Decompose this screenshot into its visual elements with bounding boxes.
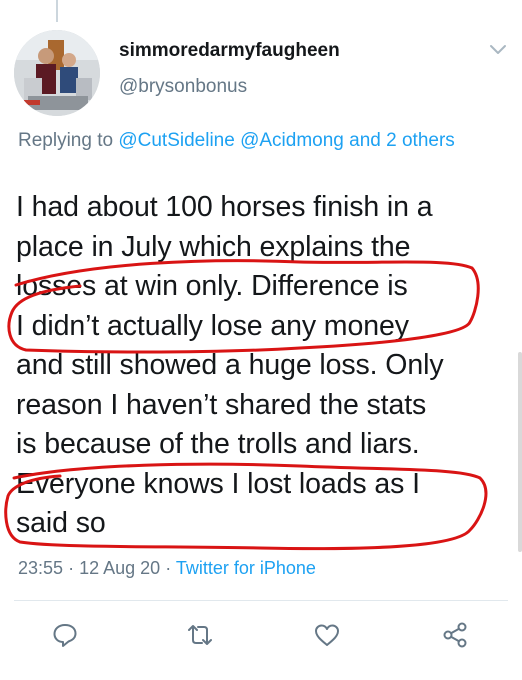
tweet-line: reason I haven’t shared the stats: [16, 388, 427, 421]
tweet-meta: 23:55 · 12 Aug 20 · Twitter for iPhone: [18, 558, 316, 579]
tweet-line: Everyone knows I lost loads as I: [16, 467, 420, 500]
meta-separator: ·: [165, 558, 172, 578]
reply-prefix: Replying to: [18, 130, 114, 151]
reply-others[interactable]: 2 others: [386, 130, 455, 151]
like-icon: [315, 624, 339, 646]
like-button[interactable]: [312, 620, 342, 650]
meta-separator: ·: [68, 558, 75, 578]
tweet-date: 12 Aug 20: [79, 558, 161, 578]
retweet-button[interactable]: [185, 620, 215, 650]
reply-button[interactable]: [50, 620, 80, 650]
reply-and: and: [349, 130, 381, 151]
tweet-time: 23:55: [18, 558, 64, 578]
display-name[interactable]: simmoredarmyfaugheen: [119, 40, 340, 62]
share-button[interactable]: [440, 620, 470, 650]
tweet-line: said so: [16, 507, 106, 539]
reply-icon: [53, 624, 77, 647]
avatar[interactable]: [14, 30, 100, 116]
tweet-line: losses at win only. Difference is: [16, 270, 408, 302]
scrollbar[interactable]: [518, 352, 522, 552]
tweet-line: I didn’t actually lose any money: [16, 309, 409, 342]
share-icon: [443, 622, 467, 648]
reply-context: Replying to @CutSideline @Acidmong and 2…: [18, 128, 488, 154]
reply-mentions[interactable]: @CutSideline @Acidmong: [118, 130, 344, 151]
retweet-icon: [188, 625, 212, 645]
divider: [14, 600, 508, 601]
chevron-down-icon[interactable]: [487, 38, 509, 60]
action-bar: [0, 620, 522, 654]
tweet-line: I had about 100 horses finish in a: [16, 191, 433, 223]
username[interactable]: @brysonbonus: [119, 76, 247, 98]
tweet-text: I had about 100 horses finish in a place…: [16, 188, 508, 544]
tweet-source[interactable]: Twitter for iPhone: [176, 558, 316, 578]
tweet-line: place in July which explains the: [16, 230, 411, 263]
thread-line: [56, 0, 58, 22]
tweet-line: is because of the trolls and liars.: [16, 428, 420, 460]
avatar-image: [14, 30, 100, 116]
tweet-line: and still showed a huge loss. Only: [16, 349, 444, 381]
